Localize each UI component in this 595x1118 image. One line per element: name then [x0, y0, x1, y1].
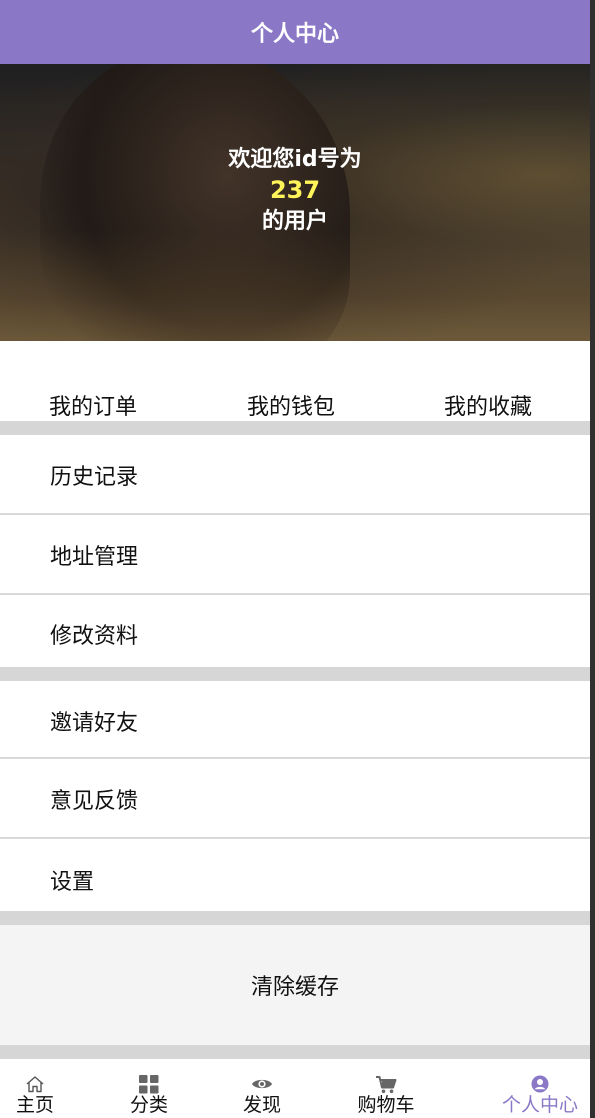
tab-category[interactable]: 分类	[90, 1059, 208, 1118]
tab-discover[interactable]: 发现	[203, 1059, 321, 1118]
my-favorites-link[interactable]: 我的收藏	[444, 389, 532, 421]
menu-item-settings[interactable]: 设置	[0, 839, 590, 911]
page-header: 个人中心	[0, 0, 590, 64]
page: 个人中心 欢迎您id号为 237 的用户 我的订单 我的钱包 我的收藏 历史记录…	[0, 0, 595, 1118]
menu-item-history[interactable]: 历史记录	[0, 435, 590, 515]
home-icon	[25, 1074, 45, 1094]
clear-cache-label: 清除缓存	[250, 975, 339, 1000]
tab-cart[interactable]: 购物车	[327, 1059, 445, 1118]
grid-icon	[139, 1074, 159, 1094]
menu-item-label: 意见反馈	[50, 789, 139, 814]
cart-icon	[375, 1074, 397, 1094]
menu-item-label: 修改资料	[50, 624, 139, 649]
menu-item-label: 历史记录	[50, 465, 139, 490]
user-id: 237	[269, 176, 321, 204]
quick-links: 我的订单 我的钱包 我的收藏	[0, 341, 590, 421]
section-divider	[0, 911, 590, 925]
my-wallet-link[interactable]: 我的钱包	[247, 389, 335, 421]
profile-banner: 欢迎您id号为 237 的用户	[0, 64, 590, 341]
page-title: 个人中心	[250, 22, 339, 47]
tab-label: 主页	[15, 1094, 54, 1116]
menu-item-address[interactable]: 地址管理	[0, 515, 590, 595]
tab-home[interactable]: 主页	[0, 1059, 94, 1118]
section-divider	[0, 421, 590, 435]
eye-icon	[251, 1074, 273, 1094]
section-divider	[0, 667, 590, 681]
tab-label: 分类	[129, 1094, 168, 1116]
menu-item-invite[interactable]: 邀请好友	[0, 681, 590, 759]
tab-label: 购物车	[357, 1094, 415, 1116]
section-divider	[0, 1045, 590, 1059]
menu-item-label: 设置	[50, 870, 95, 895]
menu-item-label: 地址管理	[50, 545, 139, 570]
welcome-message: 欢迎您id号为 237 的用户	[0, 144, 590, 237]
user-icon	[531, 1074, 549, 1094]
menu-item-edit-profile[interactable]: 修改资料	[0, 595, 590, 667]
bottom-tab-bar: 主页 分类 发现 购物车 个人中心	[0, 1059, 590, 1118]
menu-item-feedback[interactable]: 意见反馈	[0, 759, 590, 839]
tab-profile[interactable]: 个人中心	[473, 1059, 595, 1118]
welcome-line-2: 的用户	[261, 209, 328, 234]
tab-label: 个人中心	[501, 1094, 578, 1116]
tab-label: 发现	[242, 1094, 281, 1116]
my-orders-link[interactable]: 我的订单	[49, 389, 137, 421]
menu-item-label: 邀请好友	[50, 711, 139, 736]
clear-cache-button[interactable]: 清除缓存	[0, 925, 590, 1045]
welcome-line-1: 欢迎您id号为	[228, 147, 362, 172]
